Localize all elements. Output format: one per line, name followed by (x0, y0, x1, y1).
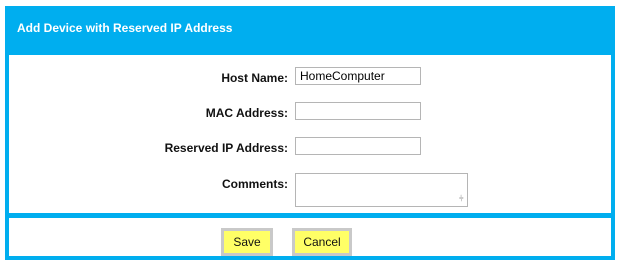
comments-textarea[interactable] (295, 173, 468, 207)
mac-address-input[interactable] (295, 102, 421, 120)
save-button[interactable]: Save (221, 228, 273, 256)
resize-handle-icon[interactable]: ⫩ (459, 195, 467, 203)
host-name-input[interactable] (295, 67, 421, 85)
host-name-label: Host Name: (221, 71, 288, 85)
reserved-ip-input[interactable] (295, 137, 421, 155)
comments-label: Comments: (221, 177, 288, 191)
form-panel: Host Name: MAC Address: Reserved IP Addr… (9, 55, 611, 213)
dialog-frame: Add Device with Reserved IP Address Host… (5, 6, 615, 260)
dialog-title: Add Device with Reserved IP Address (17, 21, 233, 35)
button-bar: Save Cancel (9, 218, 611, 256)
reserved-ip-label: Reserved IP Address: (164, 141, 288, 155)
mac-address-label: MAC Address: (205, 106, 288, 120)
cancel-button[interactable]: Cancel (292, 228, 352, 256)
